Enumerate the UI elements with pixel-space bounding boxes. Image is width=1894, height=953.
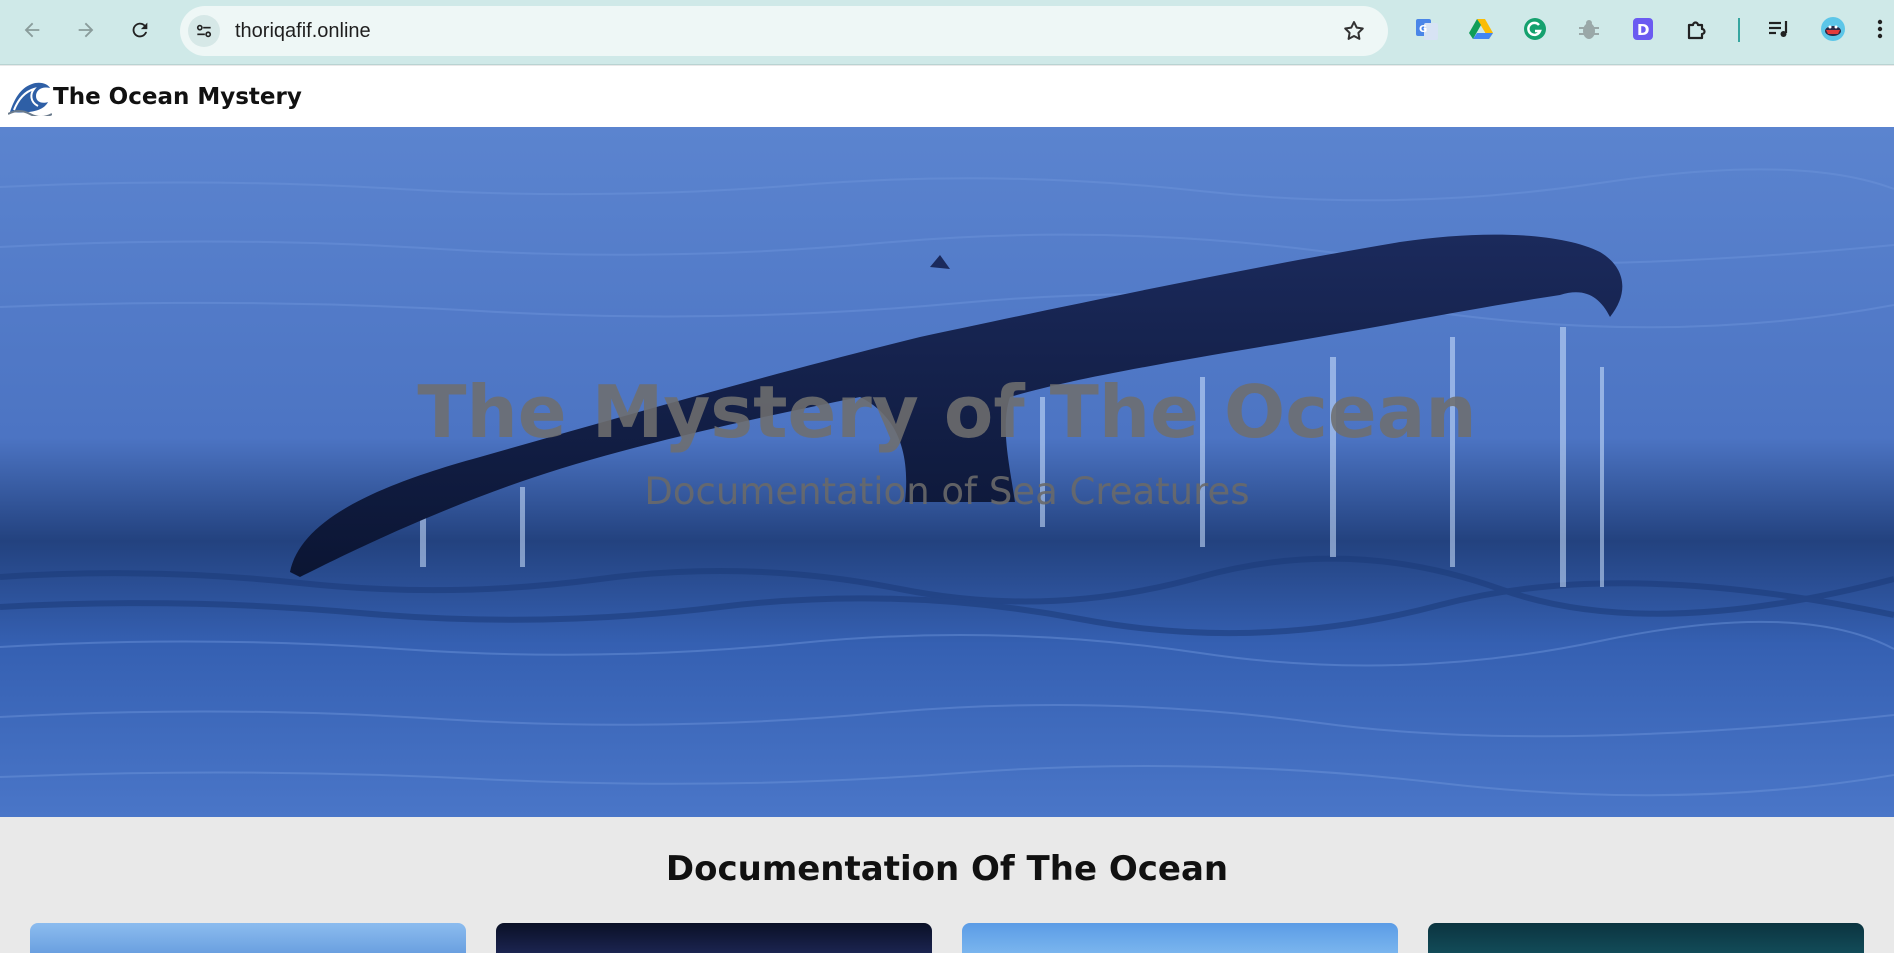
hero-banner: The Mystery of The Ocean Documentation o… bbox=[0, 127, 1894, 817]
grammarly-extension[interactable] bbox=[1520, 14, 1550, 44]
url-text[interactable]: thoriqafif.online bbox=[235, 6, 371, 56]
hero-subtitle: Documentation of Sea Creatures bbox=[644, 470, 1250, 513]
forward-button[interactable] bbox=[68, 12, 104, 48]
documentation-card-2[interactable] bbox=[496, 923, 932, 953]
browser-menu-button[interactable] bbox=[1870, 14, 1890, 44]
back-button[interactable] bbox=[14, 12, 50, 48]
menu-kebab-icon bbox=[1877, 19, 1883, 39]
extensions-button[interactable] bbox=[1682, 14, 1712, 44]
bug-extension[interactable] bbox=[1574, 14, 1604, 44]
google-translate-icon: G bbox=[1416, 19, 1438, 40]
browser-toolbar: thoriqafif.online G D bbox=[0, 0, 1894, 65]
documentation-heading: Documentation Of The Ocean bbox=[665, 849, 1229, 889]
d-extension-icon: D bbox=[1633, 18, 1653, 40]
extensions-puzzle-icon bbox=[1687, 21, 1706, 40]
svg-text:G: G bbox=[1419, 24, 1427, 35]
wave-logo-icon[interactable] bbox=[8, 78, 52, 116]
media-queue-icon bbox=[1769, 21, 1788, 37]
toolbar-separator bbox=[1738, 18, 1740, 42]
documentation-section: Documentation Of The Ocean bbox=[0, 817, 1894, 953]
bookmark-star-icon[interactable] bbox=[1342, 19, 1366, 43]
reload-icon bbox=[132, 22, 148, 38]
back-arrow-icon bbox=[24, 22, 40, 38]
profile-button[interactable] bbox=[1818, 14, 1848, 44]
grammarly-icon bbox=[1524, 18, 1546, 40]
profile-avatar-icon bbox=[1821, 17, 1845, 41]
hero-title: The Mystery of The Ocean bbox=[417, 370, 1477, 454]
site-info-icon bbox=[196, 24, 212, 38]
google-drive-extension[interactable] bbox=[1466, 14, 1496, 44]
site-info-button[interactable] bbox=[188, 15, 220, 47]
documentation-card-1[interactable] bbox=[30, 923, 466, 953]
google-drive-icon bbox=[1469, 19, 1493, 39]
svg-text:D: D bbox=[1637, 21, 1649, 39]
d-extension[interactable]: D bbox=[1628, 14, 1658, 44]
media-control-button[interactable] bbox=[1764, 14, 1794, 44]
documentation-card-3[interactable] bbox=[962, 923, 1398, 953]
forward-arrow-icon bbox=[78, 22, 94, 38]
documentation-card-4[interactable] bbox=[1428, 923, 1864, 953]
site-navbar: The Ocean Mystery bbox=[0, 66, 1894, 127]
bug-extension-icon bbox=[1579, 20, 1599, 39]
google-translate-extension[interactable]: G bbox=[1412, 14, 1442, 44]
reload-button[interactable] bbox=[122, 12, 158, 48]
site-brand[interactable]: The Ocean Mystery bbox=[53, 66, 302, 128]
address-bar[interactable]: thoriqafif.online bbox=[180, 6, 1388, 56]
